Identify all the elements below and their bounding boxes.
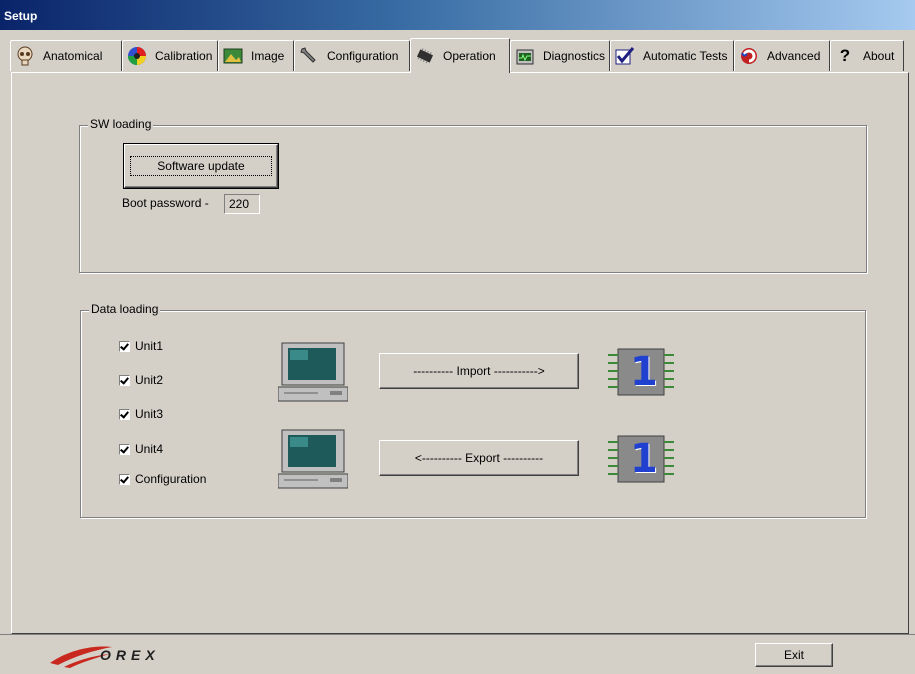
checkbox-label: Unit3 <box>135 407 164 421</box>
memory-card-icon: 1 <box>606 345 676 399</box>
software-update-button[interactable]: Software update <box>123 143 279 189</box>
export-button[interactable]: <---------- Export ---------- <box>379 440 579 476</box>
tab-advanced[interactable]: Advanced <box>734 40 830 71</box>
image-icon <box>223 48 243 64</box>
question-icon: ? <box>839 46 851 65</box>
checkbox-label: Unit1 <box>135 339 164 353</box>
tab-about[interactable]: ? About <box>830 40 904 71</box>
checkbox-unit4[interactable]: Unit4 <box>119 442 163 456</box>
boot-password-label: Boot password - <box>122 196 209 210</box>
tab-diagnostics[interactable]: Diagnostics <box>510 40 610 71</box>
boot-password-value: 220 <box>229 197 250 211</box>
tab-image[interactable]: Image <box>218 40 294 71</box>
tab-label: Configuration <box>327 49 399 63</box>
sw-loading-title: SW loading <box>88 117 154 131</box>
import-button[interactable]: ---------- Import -----------> <box>379 353 579 389</box>
tab-label: About <box>863 49 895 63</box>
tab-label: Advanced <box>767 49 821 63</box>
tab-operation[interactable]: Operation <box>410 38 510 73</box>
software-update-label: Software update <box>130 156 272 176</box>
tab-configuration[interactable]: Configuration <box>294 40 410 71</box>
data-loading-title: Data loading <box>89 302 161 316</box>
window-title: Setup <box>4 9 38 23</box>
diagnostics-icon <box>516 49 534 65</box>
tab-label: Diagnostics <box>542 49 605 63</box>
sw-loading-group: SW loading Software update Boot password… <box>79 117 867 273</box>
tab-label: Operation <box>443 49 496 63</box>
export-label: <---------- Export ---------- <box>414 451 544 465</box>
computer-icon <box>278 342 348 402</box>
title-bar: Setup <box>0 0 915 30</box>
checkbox-label: Unit4 <box>135 442 164 456</box>
checkbox-icon <box>615 47 635 65</box>
tab-label: Image <box>251 49 285 63</box>
tab-label: Automatic Tests <box>643 49 728 63</box>
tab-calibration[interactable]: Calibration <box>122 40 218 71</box>
checkbox-box[interactable] <box>119 473 130 485</box>
checkbox-label: Unit2 <box>135 373 164 387</box>
checkbox-label: Configuration <box>135 472 207 486</box>
footer-bar: OREX Exit <box>0 634 915 674</box>
memory-card-number: 1 <box>630 349 658 395</box>
checkbox-configuration[interactable]: Configuration <box>119 472 206 486</box>
checkbox-box[interactable] <box>119 340 130 352</box>
checkbox-unit1[interactable]: Unit1 <box>119 339 163 353</box>
checkbox-box[interactable] <box>119 408 130 420</box>
skull-icon <box>17 46 33 66</box>
chip-icon <box>416 48 434 64</box>
operation-panel: SW loading Software update Boot password… <box>11 72 909 634</box>
logo-text: OREX <box>100 647 160 663</box>
checkbox-box[interactable] <box>119 374 130 386</box>
exit-button[interactable]: Exit <box>755 643 833 667</box>
computer-icon <box>278 429 348 489</box>
wrench-icon <box>300 47 316 63</box>
color-wheel-icon <box>128 47 146 65</box>
tab-anatomical[interactable]: Anatomical <box>10 40 122 71</box>
exit-label: Exit <box>783 648 804 662</box>
tab-automatic-tests[interactable]: Automatic Tests <box>610 40 734 71</box>
orex-logo: OREX <box>50 641 200 669</box>
memory-card-icon: 1 <box>606 432 676 486</box>
checkbox-box[interactable] <box>119 443 130 455</box>
memory-card-number: 1 <box>630 436 658 482</box>
tab-strip: Anatomical Calibration Image Configurati… <box>10 38 910 74</box>
import-label: ---------- Import -----------> <box>413 364 545 378</box>
refresh-icon <box>741 48 757 64</box>
tab-label: Calibration <box>155 49 213 63</box>
tab-label: Anatomical <box>43 49 103 63</box>
checkbox-unit2[interactable]: Unit2 <box>119 373 163 387</box>
boot-password-field[interactable]: 220 <box>224 194 260 214</box>
data-loading-group: Data loading Unit1 Unit2 Unit3 Unit4 Con… <box>80 302 866 518</box>
checkbox-unit3[interactable]: Unit3 <box>119 407 163 421</box>
